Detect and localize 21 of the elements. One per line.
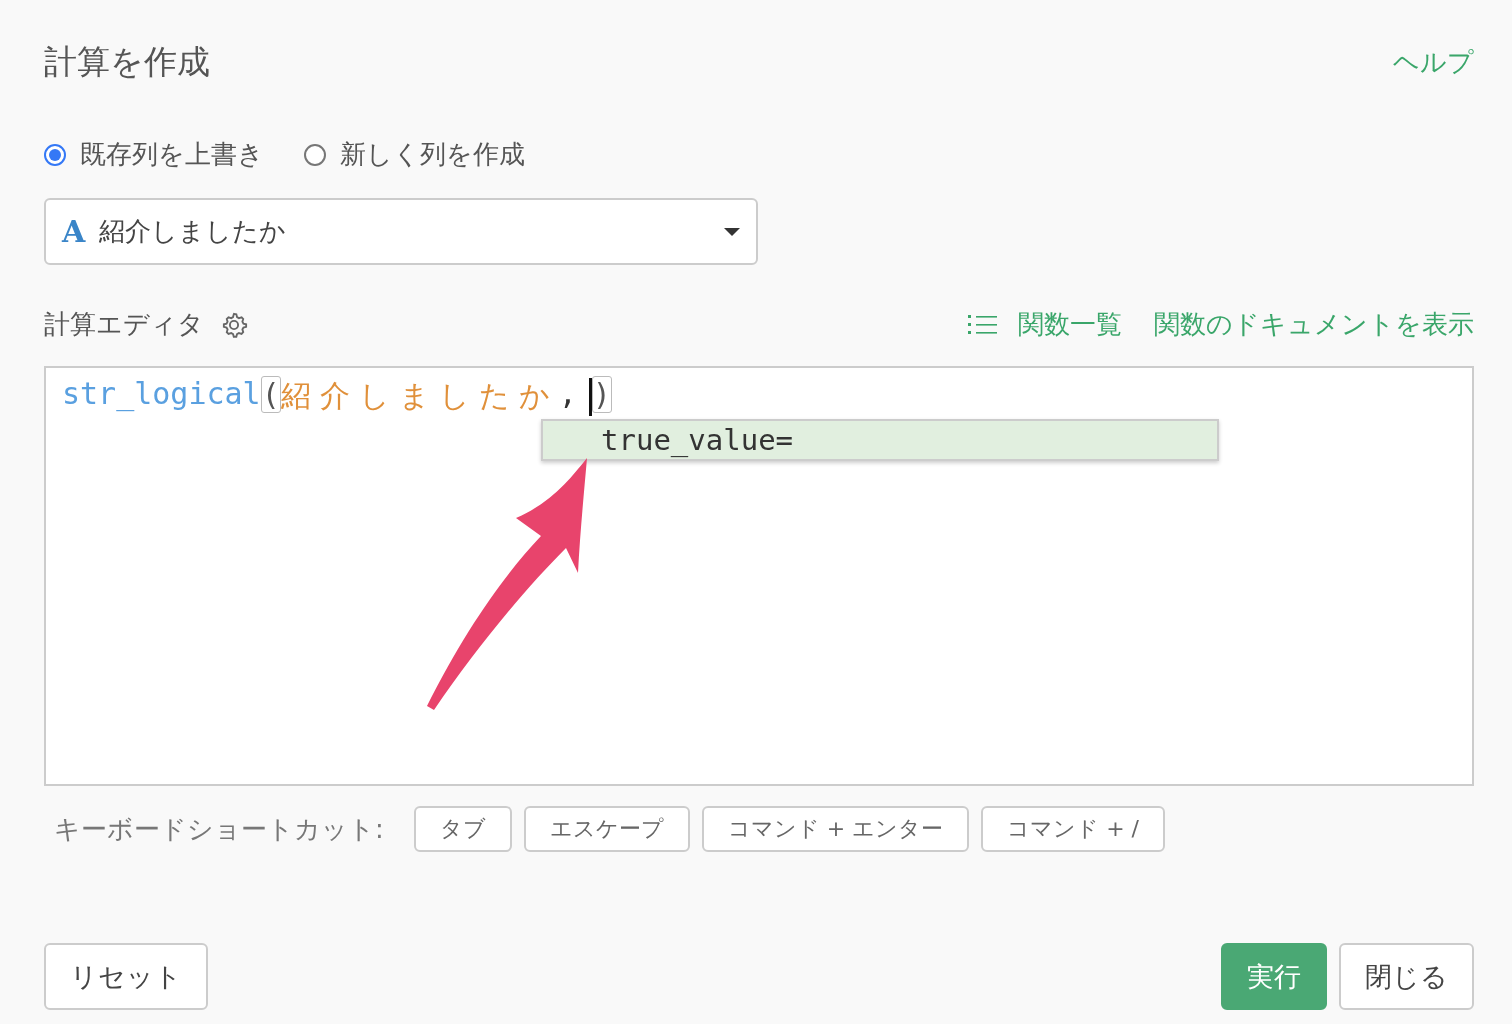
- function-name: str_logical: [62, 376, 261, 411]
- radio-label[interactable]: 新しく列を作成: [340, 137, 525, 172]
- parenthesis: (: [260, 376, 281, 413]
- code-editor[interactable]: str_logical(紹介しましたか, ) true_value=: [44, 366, 1474, 786]
- close-button[interactable]: 閉じる: [1339, 943, 1474, 1010]
- text-type-icon: A: [62, 214, 86, 249]
- shortcut-key: タブ: [413, 806, 512, 852]
- column-name: 紹介しましたか: [280, 377, 559, 415]
- dropdown-value: 紹介しましたか: [99, 215, 288, 248]
- dialog-title: 計算を作成: [44, 41, 210, 83]
- reset-button[interactable]: リセット: [44, 943, 208, 1010]
- editor-label: 計算エディタ: [44, 308, 204, 341]
- parenthesis: ): [591, 376, 612, 413]
- shortcut-key: エスケープ: [523, 806, 690, 852]
- column-dropdown[interactable]: A 紹介しましたか: [44, 198, 758, 265]
- radio-label[interactable]: 既存列を上書き: [80, 137, 264, 172]
- shortcuts-label: キーボードショートカット:: [54, 812, 384, 846]
- shortcut-key: コマンド + /: [981, 806, 1166, 852]
- shortcut-key: コマンド + エンター: [701, 806, 970, 852]
- autocomplete-suggestion[interactable]: true_value=: [541, 419, 1219, 461]
- comma: ,: [558, 376, 577, 411]
